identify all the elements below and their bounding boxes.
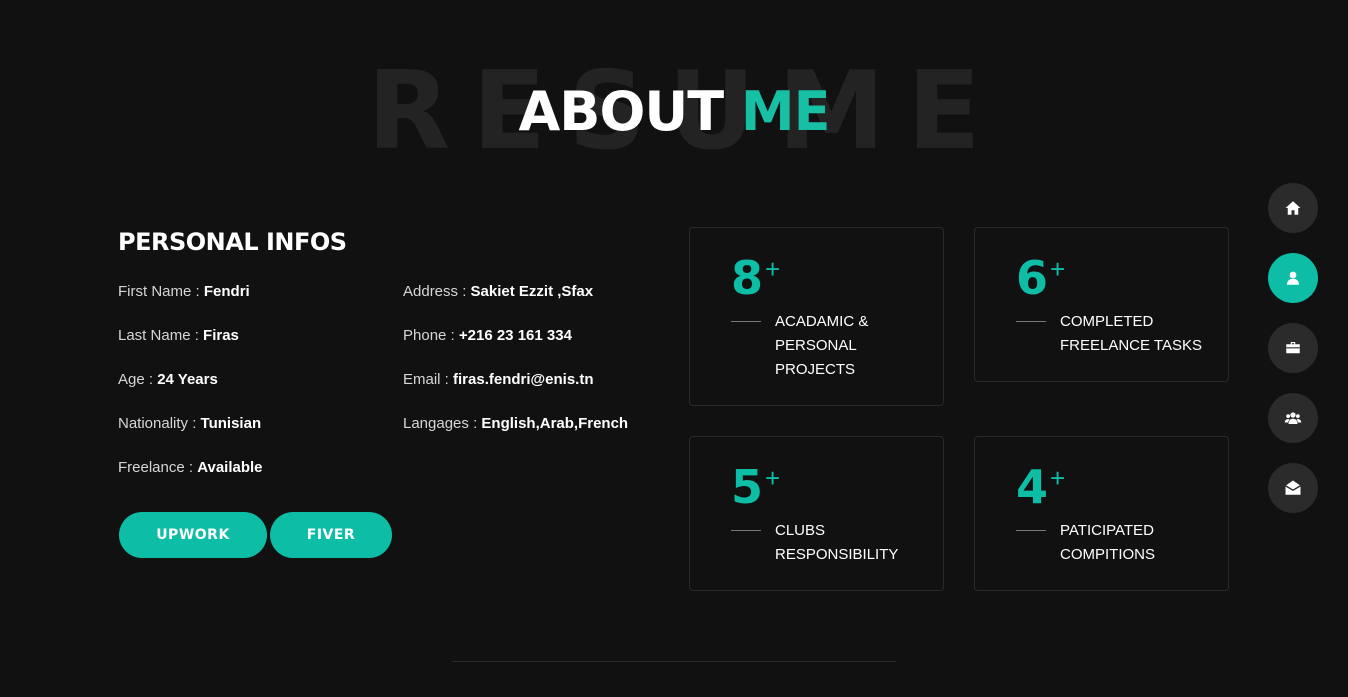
info-label: Langages : [403,415,478,432]
stat-label-line: FREELANCE TASKS [1060,337,1202,354]
stat-number: 5 [731,460,764,514]
stat-number: 8 [731,251,764,305]
info-value: +216 23 161 334 [458,327,572,344]
nav-portfolio-button[interactable] [1268,323,1318,373]
stat-label: PATICIPATED COMPITIONS [1060,519,1210,567]
upwork-button[interactable]: UPWORK [119,512,267,558]
info-row-last-name: Last Name : Firas [118,326,263,370]
stat-card-clubs: 5 + CLUBS RESPONSIBILITY [689,436,944,591]
fiver-button[interactable]: FIVER [270,512,392,558]
info-value: Tunisian [200,415,262,432]
stat-label-line: RESPONSIBILITY [775,546,899,563]
title-main: ABOUT [518,80,725,143]
personal-infos-heading: PERSONAL INFOS [118,228,347,256]
stat-card-competitions: 4 + PATICIPATED COMPITIONS [974,436,1229,591]
info-label: First Name : [118,283,200,300]
stat-label: ACADAMIC & PERSONAL PROJECTS [775,310,925,382]
stat-divider [1016,530,1046,531]
info-value: 24 Years [157,371,218,388]
stat-label: COMPLETED FREELANCE TASKS [1060,310,1210,358]
nav-contact-button[interactable] [1268,463,1318,513]
info-label: Nationality : [118,415,197,432]
user-icon [1287,271,1299,285]
stat-plus: + [765,463,781,493]
stat-number: 6 [1016,251,1049,305]
nav-about-button[interactable] [1268,253,1318,303]
stat-plus: + [1050,254,1066,284]
stat-label-line: COMPLETED [1060,313,1154,330]
info-value: Fendri [203,283,250,300]
nav-home-button[interactable] [1268,183,1318,233]
personal-info-right-column: Address : Sakiet Ezzit ,Sfax Phone : +21… [403,282,628,458]
nav-team-button[interactable] [1268,393,1318,443]
info-row-email: Email : firas.fendri@enis.tn [403,370,628,414]
stat-plus: + [1050,463,1066,493]
info-value: Firas [203,327,239,344]
info-label: Last Name : [118,327,199,344]
stat-divider [1016,321,1046,322]
info-value: Sakiet Ezzit ,Sfax [470,283,594,300]
stat-label-line: ACADAMIC & [775,313,869,330]
info-row-languages: Langages : English,Arab,French [403,414,628,458]
info-label: Address : [403,283,467,300]
stat-plus: + [765,254,781,284]
info-row-nationality: Nationality : Tunisian [118,414,263,458]
page-title: ABOUT ME [0,82,1348,142]
info-value: firas.fendri@enis.tn [453,371,594,388]
info-value: Available [197,459,263,476]
info-label: Freelance : [118,459,194,476]
briefcase-icon [1286,342,1300,354]
info-label: Phone : [403,327,455,344]
info-label: Age : [118,371,154,388]
stat-divider [731,321,761,322]
stat-label-line: PROJECTS [775,361,856,378]
info-row-first-name: First Name : Fendri [118,282,263,326]
info-value: English,Arab,French [481,415,629,432]
stat-label: CLUBS RESPONSIBILITY [775,519,925,567]
stat-divider [731,530,761,531]
stat-label-line: COMPITIONS [1060,546,1156,563]
stat-label-line: PATICIPATED [1060,522,1154,539]
stat-card-freelance: 6 + COMPLETED FREELANCE TASKS [974,227,1229,382]
stat-label-line: PERSONAL [775,337,857,354]
stat-label-line: CLUBS [775,522,826,539]
personal-info-left-column: First Name : Fendri Last Name : Firas Ag… [118,282,263,502]
section-divider [452,661,896,662]
info-label: Email : [403,371,449,388]
users-icon [1284,412,1302,424]
stat-card-projects: 8 + ACADAMIC & PERSONAL PROJECTS [689,227,944,406]
home-icon [1285,201,1301,215]
info-row-phone: Phone : +216 23 161 334 [403,326,628,370]
info-row-freelance: Freelance : Available [118,458,263,502]
info-row-address: Address : Sakiet Ezzit ,Sfax [403,282,628,326]
title-accent: ME [740,80,831,143]
stat-number: 4 [1016,460,1049,514]
info-row-age: Age : 24 Years [118,370,263,414]
envelope-open-icon [1285,480,1301,495]
section-title: RESUME ABOUT ME [0,58,1348,170]
